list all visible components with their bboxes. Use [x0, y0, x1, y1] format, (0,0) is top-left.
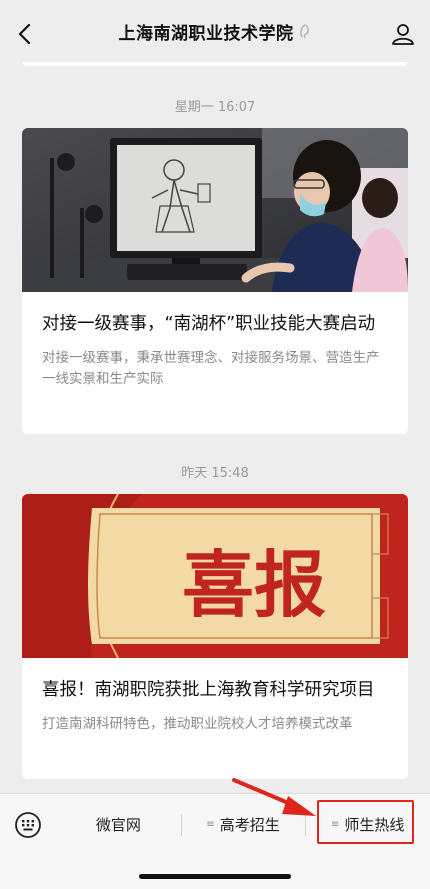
article-cover-image [22, 128, 408, 292]
article-cover-banner: 喜报 [22, 494, 408, 658]
article-title: 喜报！南湖职院获批上海教育科学研究项目 [42, 680, 375, 700]
menu-item-label: 师生热线 [344, 816, 405, 834]
banner-text: 喜报 [182, 542, 326, 627]
article-card-competition[interactable]: 对接一级赛事，“南湖杯”职业技能大赛启动 对接一级赛事，秉承世赛理念、对接服务场… [22, 128, 408, 434]
chat-header: 上海南湖职业技术学院 [0, 0, 430, 62]
official-account-menu: 微官网 ≡ 高考招生 ≡ 师生热线 [0, 793, 430, 855]
annotation-arrow-icon [232, 778, 316, 816]
article-description: 打造南湖科研特色，推动职业院校人才培养模式改革 [42, 716, 353, 732]
submenu-indicator-icon: ≡ [330, 819, 339, 830]
menu-item-micro-site[interactable]: 微官网 [56, 794, 181, 856]
message-timestamp: 昨天 15:48 [181, 466, 249, 481]
back-icon[interactable] [10, 20, 38, 48]
keyboard-toggle-icon[interactable] [0, 794, 56, 856]
message-timestamp: 星期一 16:07 [174, 100, 256, 115]
menu-item-label: 微官网 [95, 816, 141, 834]
home-indicator-area [0, 855, 430, 889]
home-indicator[interactable] [139, 874, 291, 879]
verified-icon [298, 23, 312, 39]
article-title: 对接一级赛事，“南湖杯”职业技能大赛启动 [42, 314, 376, 334]
article-description: 对接一级赛事，秉承世赛理念、对接服务场景、营造生产一线实景和生产实际 [42, 350, 380, 387]
profile-icon[interactable] [390, 21, 416, 47]
account-name: 上海南湖职业技术学院 [118, 23, 294, 44]
account-title: 上海南湖职业技术学院 [119, 19, 312, 44]
submenu-indicator-icon: ≡ [206, 819, 214, 830]
article-card-good-news[interactable]: 喜报 喜报！南湖职院获批上海教育科学研究项目 打造南湖科研特色，推动职业院校人才… [22, 494, 408, 779]
